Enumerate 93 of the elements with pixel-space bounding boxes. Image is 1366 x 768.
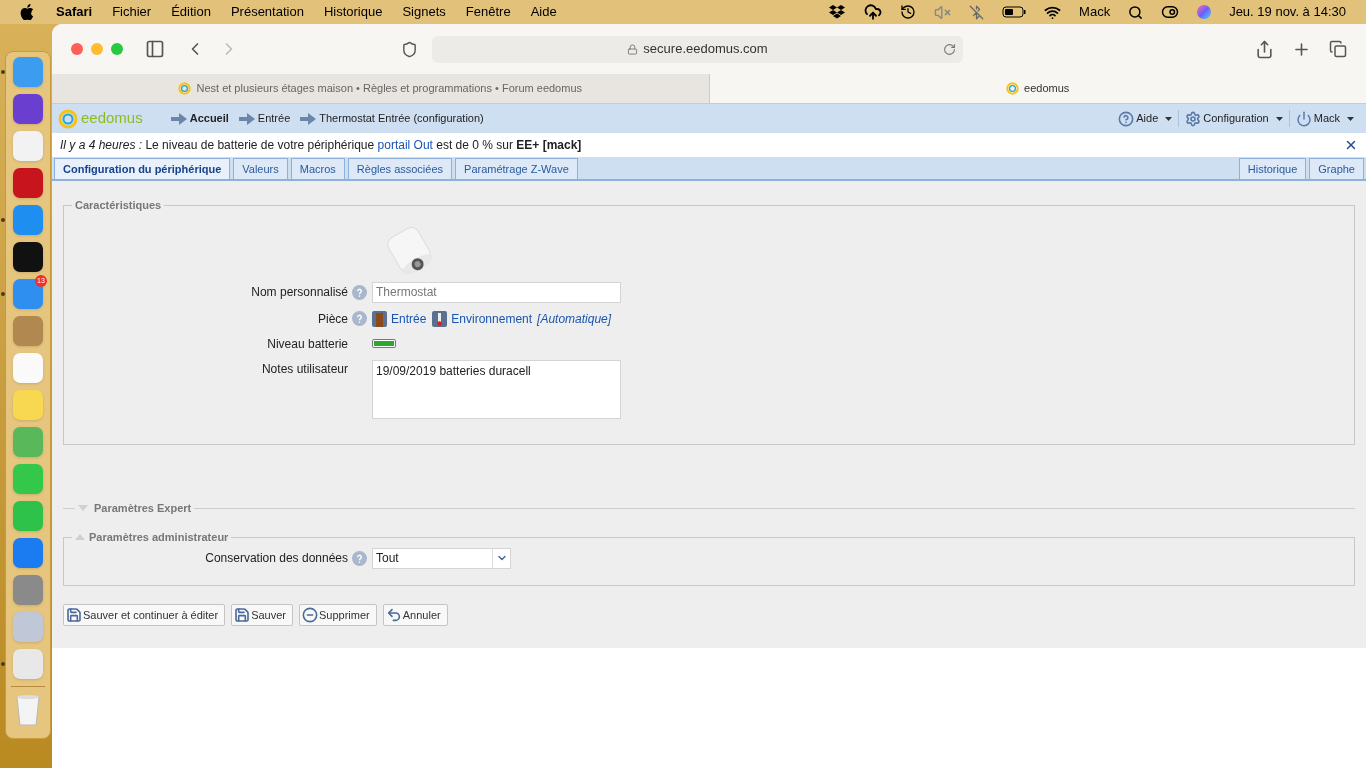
device-link[interactable]: portail Out [377,138,433,152]
retention-select[interactable]: Tout [372,547,511,569]
logo-text: eedomus [81,108,143,129]
help-icon[interactable] [352,284,367,300]
menu-item[interactable]: Édition [171,2,211,22]
menu-item[interactable]: Historique [323,2,383,22]
action-button[interactable]: Sauver et continuer à éditer [63,604,226,626]
lock-icon [627,43,639,55]
power-icon [1295,110,1312,127]
usage-link[interactable]: Environnement [451,309,533,328]
tab[interactable]: Configuration du périphérique [54,158,231,179]
notification-message: Il y a 4 heures : Le niveau de batterie de votre périphérique portail Out est de 0 % sur EE+ [mack] [60,137,582,154]
section-title[interactable]: Paramètres administrateur [89,529,229,546]
apple-icon[interactable] [20,4,34,20]
dropbox-icon[interactable] [828,4,847,20]
field-label: Nom personnalisé [250,284,349,301]
help-icon[interactable] [352,311,367,326]
name-field[interactable]: Thermostat [372,281,621,303]
header-menu[interactable]: Aide [1112,110,1179,127]
arrow-icon [238,112,255,125]
user-name[interactable]: Mack [1079,2,1111,22]
header-menu[interactable]: Mack [1288,110,1360,127]
share-icon[interactable] [1255,39,1274,59]
tab[interactable]: Règles associées [347,158,453,179]
arrow-icon [300,112,317,125]
menu-item[interactable]: Présentation [230,2,304,22]
expand-arrow-icon[interactable] [78,505,88,511]
collapse-arrow-icon[interactable] [75,534,85,541]
zoom-window-button[interactable] [111,43,123,55]
bluetooth-off-icon[interactable] [969,4,985,20]
door-icon [372,310,387,327]
field-label: Niveau batterie [266,335,349,353]
tab[interactable]: Valeurs [233,158,288,179]
action-button[interactable]: Sauver [231,604,293,626]
privacy-shield-icon[interactable] [401,40,418,58]
close-icon[interactable] [1344,138,1358,152]
tab-overview-icon[interactable] [1329,40,1347,58]
logo-icon [58,108,78,129]
logo-icon [1006,82,1020,95]
minus-circle-icon [302,607,318,623]
address-text: secure.eedomus.com [643,40,768,59]
tab-title: eedomus [1024,81,1070,97]
section-title: Caractéristiques [74,198,163,213]
mute-icon[interactable] [934,3,952,21]
tab-title: Nest et plusieurs étages maison • Règles et programmations • Forum eedomus [196,81,582,97]
siri-icon[interactable] [1197,5,1212,19]
thermometer-icon [432,310,448,327]
caret-icon [1347,116,1354,121]
search-icon[interactable] [1128,4,1144,20]
reload-icon[interactable] [943,42,956,56]
control-center-icon[interactable] [1161,3,1180,21]
room-link[interactable]: Entrée [391,309,427,328]
breadcrumb-link[interactable]: Entrée [257,110,291,127]
tab[interactable]: Paramétrage Z-Wave [455,158,578,179]
field-label: Notes utilisateur [260,360,349,378]
sidebar-icon[interactable] [145,39,165,59]
arrow-icon [170,112,187,125]
clock-history-icon[interactable] [900,4,917,20]
action-button[interactable]: Annuler [382,604,448,626]
menu-item[interactable]: Signets [402,2,446,22]
close-window-button[interactable] [71,43,83,55]
usage-mode: [Automatique] [537,310,612,328]
undo-icon [385,607,402,623]
menu-item[interactable]: Aide [530,2,557,22]
battery-icon[interactable] [1002,6,1027,18]
field-label: Conservation des données [204,550,349,567]
minimize-window-button[interactable] [91,43,103,55]
breadcrumb-link[interactable]: Thermostat Entrée (configuration) [319,110,484,127]
notes-field[interactable]: 19/09/2019 batteries duracell [372,359,621,419]
field-label: Pièce [316,310,349,328]
action-button[interactable]: Supprimer [299,604,377,626]
address-bar[interactable]: secure.eedomus.com [432,35,963,63]
menu-clock[interactable]: Jeu. 19 nov. à 14:30 [1229,2,1346,22]
tab[interactable]: Historique [1238,158,1307,179]
breadcrumb-link[interactable]: Accueil [189,110,229,127]
section-title[interactable]: Paramètres Expert [91,499,195,517]
menu-item[interactable]: Fichier [112,2,152,22]
caret-icon [1275,116,1283,121]
cloud-upload-icon[interactable] [864,3,883,21]
header-menu[interactable]: Configuration [1178,110,1289,127]
menu-item[interactable]: Safari [56,2,93,22]
tab[interactable]: Graphe [1309,158,1364,179]
help-icon[interactable] [352,550,367,566]
menu-item[interactable]: Fenêtre [465,2,511,22]
app-icon[interactable] [13,242,43,272]
help-icon [1118,110,1135,127]
logo-icon [178,82,192,95]
trash-icon[interactable] [15,694,41,726]
tab[interactable]: Macros [290,158,345,179]
caret-icon [1165,116,1173,121]
browser-tab[interactable]: Nest et plusieurs étages maison • Règles et programmations • Forum eedomus [52,74,710,103]
settings-icon [1185,110,1202,127]
browser-tab[interactable]: eedomus [709,74,1366,103]
